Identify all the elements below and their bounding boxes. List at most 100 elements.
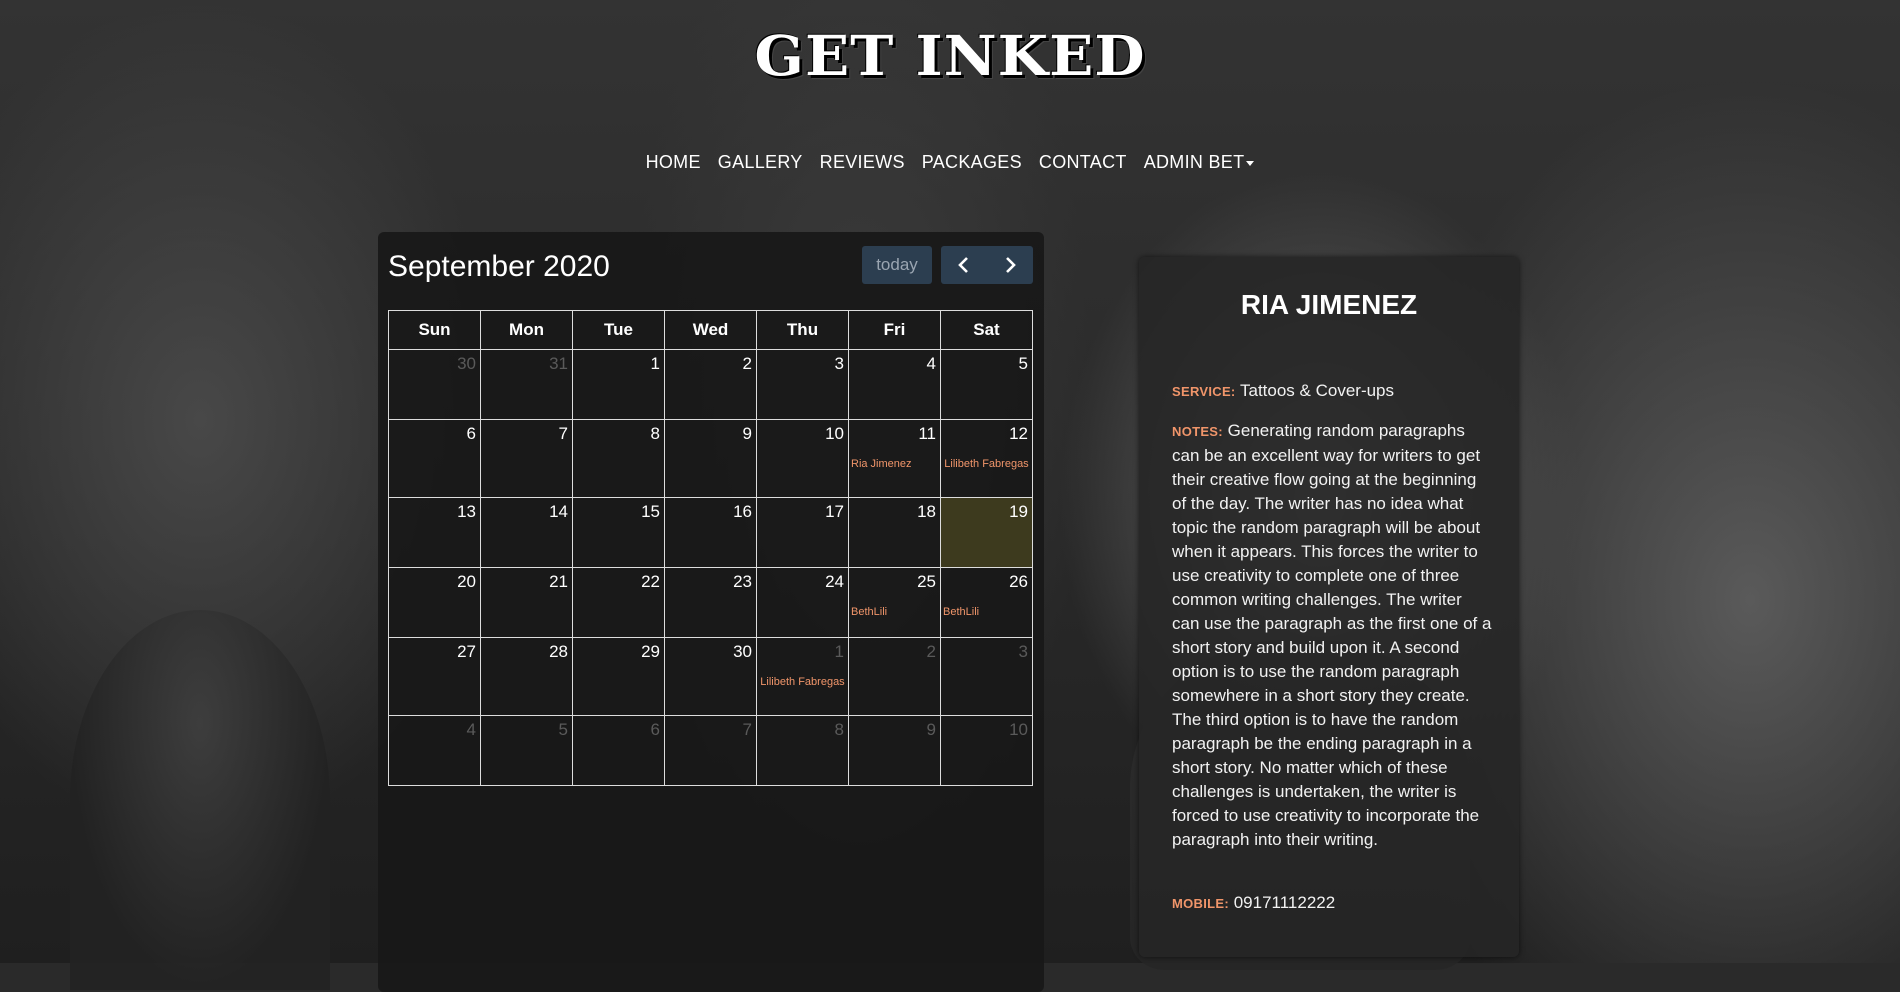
day-number: 4 [466, 720, 476, 739]
day-cell[interactable]: 9 [848, 715, 941, 786]
day-cell[interactable]: 5 [940, 349, 1033, 420]
nav-reviews[interactable]: REVIEWS [820, 152, 905, 172]
day-number: 5 [558, 720, 568, 739]
day-cell[interactable]: 14 [480, 497, 573, 568]
day-cell[interactable]: 27 [388, 637, 481, 716]
nav-home[interactable]: HOME [646, 152, 701, 172]
calendar-title: September 2020 [388, 250, 610, 283]
day-cell[interactable]: 30 [388, 349, 481, 420]
day-number: 30 [733, 642, 752, 661]
day-number: 6 [650, 720, 660, 739]
day-cell[interactable]: 19 [940, 497, 1033, 568]
day-number: 28 [549, 642, 568, 661]
day-cell[interactable]: 30 [664, 637, 757, 716]
day-number: 18 [917, 502, 936, 521]
chevron-left-icon [958, 257, 968, 273]
day-number: 19 [1009, 502, 1028, 521]
day-cell[interactable]: 8 [756, 715, 849, 786]
day-cell[interactable]: 21 [480, 567, 573, 638]
day-cell[interactable]: 2 [848, 637, 941, 716]
calendar-event[interactable]: Lilibeth Fabregas [943, 456, 1030, 472]
day-number: 12 [1009, 424, 1028, 443]
weekday-mon: Mon [480, 310, 573, 350]
day-cell[interactable]: 6 [388, 419, 481, 498]
day-cell[interactable]: 9 [664, 419, 757, 498]
day-number: 1 [834, 642, 844, 661]
calendar-event[interactable]: BethLili [851, 604, 938, 620]
notes-label: NOTES: [1172, 424, 1223, 439]
site-logo[interactable]: GET INKED [0, 24, 1900, 89]
nav-admin-dropdown[interactable]: ADMIN BET [1144, 152, 1255, 172]
weekday-header-row: Sun Mon Tue Wed Thu Fri Sat [388, 310, 1033, 350]
service-label: SERVICE: [1172, 384, 1236, 399]
calendar-event[interactable]: BethLili [943, 604, 1030, 620]
month-grid: Sun Mon Tue Wed Thu Fri Sat 30 31 1 2 3 4 5 6 7 8… [388, 310, 1033, 786]
nav-gallery[interactable]: GALLERY [718, 152, 803, 172]
day-cell[interactable]: 24 [756, 567, 849, 638]
calendar-weeks: 30 31 1 2 3 4 5 6 7 8 9 10 11 Ria Jimenez 12 Lilibeth F… [388, 349, 1033, 786]
day-number: 9 [742, 424, 752, 443]
main-nav: HOME GALLERY REVIEWS PACKAGES CONTACT AD… [0, 152, 1900, 173]
day-number: 22 [641, 572, 660, 591]
prev-month-button[interactable] [941, 246, 987, 284]
day-cell[interactable]: 15 [572, 497, 665, 568]
day-number: 14 [549, 502, 568, 521]
day-cell[interactable]: 3 [940, 637, 1033, 716]
day-number: 3 [834, 354, 844, 373]
week-row: 27 28 29 30 1 Lilibeth Fabregas 2 3 [388, 637, 1033, 716]
day-cell[interactable]: 7 [664, 715, 757, 786]
day-cell[interactable]: 22 [572, 567, 665, 638]
day-cell[interactable]: 10 [756, 419, 849, 498]
calendar-event[interactable]: Ria Jimenez [851, 456, 938, 472]
day-number: 24 [825, 572, 844, 591]
week-row: 4 5 6 7 8 9 10 [388, 715, 1033, 786]
weekday-tue: Tue [572, 310, 665, 350]
nav-contact[interactable]: CONTACT [1039, 152, 1127, 172]
day-number: 27 [457, 642, 476, 661]
day-cell[interactable]: 1 Lilibeth Fabregas [756, 637, 849, 716]
day-cell[interactable]: 1 [572, 349, 665, 420]
day-cell[interactable]: 28 [480, 637, 573, 716]
day-number: 5 [1018, 354, 1028, 373]
background-figure-shoulder [70, 610, 330, 990]
day-cell[interactable]: 18 [848, 497, 941, 568]
day-cell[interactable]: 25 BethLili [848, 567, 941, 638]
day-number: 8 [650, 424, 660, 443]
day-cell[interactable]: 3 [756, 349, 849, 420]
day-cell[interactable]: 4 [848, 349, 941, 420]
day-cell[interactable]: 12 Lilibeth Fabregas [940, 419, 1033, 498]
next-month-button[interactable] [987, 246, 1033, 284]
day-cell[interactable]: 10 [940, 715, 1033, 786]
nav-packages[interactable]: PACKAGES [922, 152, 1022, 172]
day-cell[interactable]: 7 [480, 419, 573, 498]
calendar-event[interactable]: Lilibeth Fabregas [759, 674, 846, 690]
day-cell[interactable]: 29 [572, 637, 665, 716]
day-cell[interactable]: 31 [480, 349, 573, 420]
day-number: 29 [641, 642, 660, 661]
day-number: 26 [1009, 572, 1028, 591]
day-number: 31 [549, 354, 568, 373]
day-cell[interactable]: 23 [664, 567, 757, 638]
week-row: 13 14 15 16 17 18 19 [388, 497, 1033, 568]
day-cell[interactable]: 5 [480, 715, 573, 786]
today-button[interactable]: today [862, 246, 932, 284]
day-cell[interactable]: 8 [572, 419, 665, 498]
day-cell[interactable]: 2 [664, 349, 757, 420]
day-cell[interactable]: 17 [756, 497, 849, 568]
weekday-wed: Wed [664, 310, 757, 350]
day-cell[interactable]: 16 [664, 497, 757, 568]
day-cell[interactable]: 11 Ria Jimenez [848, 419, 941, 498]
day-number: 8 [834, 720, 844, 739]
mobile-value: 09171112222 [1233, 893, 1336, 912]
notes-value: Generating random paragraphs can be an e… [1172, 421, 1492, 849]
day-cell[interactable]: 26 BethLili [940, 567, 1033, 638]
service-field: SERVICE: Tattoos & Cover-ups [1172, 379, 1492, 404]
day-number: 3 [1018, 642, 1028, 661]
day-number: 4 [926, 354, 936, 373]
day-cell[interactable]: 4 [388, 715, 481, 786]
day-cell[interactable]: 13 [388, 497, 481, 568]
day-cell[interactable]: 6 [572, 715, 665, 786]
day-cell[interactable]: 20 [388, 567, 481, 638]
day-number: 1 [650, 354, 660, 373]
week-row: 30 31 1 2 3 4 5 [388, 349, 1033, 420]
